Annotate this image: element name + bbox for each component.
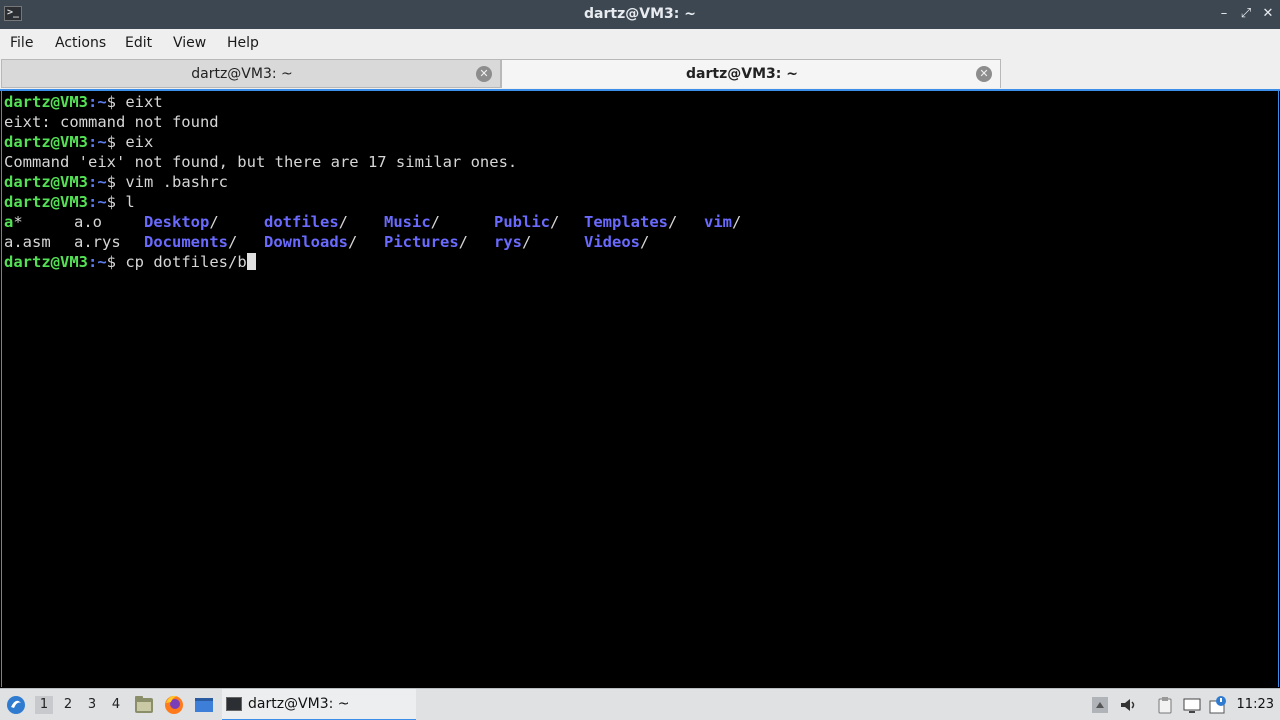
- menu-file[interactable]: File: [10, 35, 33, 51]
- lubuntu-logo-icon: [7, 696, 25, 714]
- terminal-line: dartz@VM3:~$ vim .bashrc: [4, 173, 228, 191]
- folder-icon: [135, 696, 153, 713]
- ls-entry: Documents/: [144, 233, 238, 251]
- terminal-line: eixt: command not found: [4, 113, 219, 131]
- text-cursor: [246, 253, 256, 270]
- menu-help[interactable]: Help: [227, 35, 259, 51]
- volume-icon[interactable]: [1119, 696, 1137, 714]
- taskbar-window-button[interactable]: dartz@VM3: ~: [222, 689, 416, 720]
- tab-close-icon[interactable]: ✕: [976, 66, 992, 82]
- terminal-line: Command 'eix' not found, but there are 1…: [4, 153, 518, 171]
- tab-close-icon[interactable]: ✕: [476, 66, 492, 82]
- ls-entry: rys/: [494, 233, 532, 251]
- desktop-icon: [195, 698, 213, 712]
- ls-entry: dotfiles/: [264, 213, 348, 231]
- ls-entry: a.asm: [4, 233, 51, 251]
- ls-entry: Desktop/: [144, 213, 219, 231]
- ls-entry: Downloads/: [264, 233, 358, 251]
- terminal-view[interactable]: dartz@VM3:~$ eixt eixt: command not foun…: [1, 91, 1279, 687]
- workspace-1[interactable]: 1: [35, 696, 53, 714]
- tab-2[interactable]: dartz@VM3: ~ ✕: [501, 59, 1001, 88]
- firefox-icon: [165, 695, 183, 714]
- menu-bar: File Actions Edit View Help: [0, 29, 1280, 58]
- terminal-line: dartz@VM3:~$ eixt: [4, 93, 163, 111]
- ls-entry: a.o: [74, 213, 102, 231]
- ls-output-row: a.asm a.rys Documents/ Downloads/ Pictur…: [4, 232, 904, 252]
- tab-1[interactable]: dartz@VM3: ~ ✕: [1, 59, 501, 88]
- show-desktop-launcher[interactable]: [193, 689, 215, 720]
- clock[interactable]: 11:23: [1237, 697, 1274, 712]
- taskbar: 1 2 3 4 dartz@VM3: ~ 11:23: [0, 688, 1280, 720]
- command-input[interactable]: cp dotfiles/b: [125, 253, 246, 271]
- arrow-up-icon[interactable]: [1091, 696, 1109, 714]
- terminal-line: dartz@VM3:~$ l: [4, 193, 135, 211]
- tab-label: dartz@VM3: ~: [191, 66, 293, 82]
- workspace-3[interactable]: 3: [83, 696, 101, 714]
- ls-entry: Music/: [384, 213, 441, 231]
- monitor-icon[interactable]: [1183, 696, 1201, 714]
- menu-edit[interactable]: Edit: [125, 35, 152, 51]
- taskbar-window-label: dartz@VM3: ~: [248, 696, 350, 712]
- window-title: dartz@VM3: ~: [584, 6, 696, 22]
- menu-view[interactable]: View: [173, 35, 206, 51]
- terminal-icon: [226, 697, 242, 711]
- maximize-button[interactable]: ⤢: [1236, 4, 1256, 24]
- window-titlebar[interactable]: >_ dartz@VM3: ~ – ⤢ ✕: [0, 0, 1280, 29]
- ls-entry: Templates/: [584, 213, 678, 231]
- clipboard-icon[interactable]: [1156, 696, 1174, 714]
- minimize-button[interactable]: –: [1214, 4, 1234, 24]
- file-manager-launcher[interactable]: [134, 689, 154, 720]
- terminal-line: dartz@VM3:~$ eix: [4, 133, 154, 151]
- ls-entry: a.rys: [74, 233, 121, 251]
- ls-entry: Public/: [494, 213, 560, 231]
- close-button[interactable]: ✕: [1258, 4, 1278, 24]
- application-menu-button[interactable]: [4, 689, 28, 720]
- info-icon[interactable]: [1209, 696, 1227, 714]
- ls-entry: vim/: [704, 213, 742, 231]
- tab-label: dartz@VM3: ~: [686, 66, 798, 82]
- workspace-4[interactable]: 4: [107, 696, 125, 714]
- firefox-launcher[interactable]: [163, 689, 185, 720]
- tab-bar: dartz@VM3: ~ ✕ dartz@VM3: ~ ✕: [0, 58, 1280, 89]
- menu-actions[interactable]: Actions: [55, 35, 106, 51]
- ls-output-row: a* a.o Desktop/ dotfiles/ Music/ Public/…: [4, 212, 904, 232]
- terminal-input-line[interactable]: dartz@VM3:~$ cp dotfiles/b: [4, 252, 256, 272]
- ls-entry: Pictures/: [384, 233, 468, 251]
- workspace-2[interactable]: 2: [59, 696, 77, 714]
- ls-entry: a*: [4, 213, 23, 231]
- ls-entry: Videos/: [584, 233, 650, 251]
